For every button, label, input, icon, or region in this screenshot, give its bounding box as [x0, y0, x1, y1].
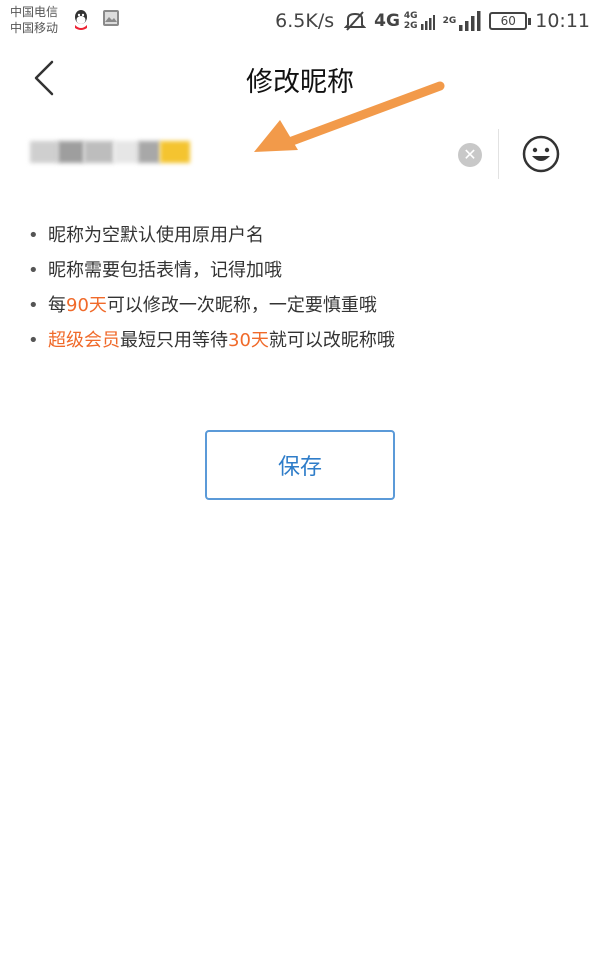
- tip-highlight-days: 30天: [228, 330, 269, 351]
- tip-item: • 超级会员最短只用等待30天就可以改昵称哦: [28, 323, 588, 358]
- blurred-nickname-part: [58, 141, 84, 163]
- mute-icon: [344, 10, 367, 32]
- blurred-nickname-part: [30, 141, 58, 163]
- carrier-2: 中国移动: [10, 21, 59, 35]
- carrier-info: 中国电信 中国移动: [10, 4, 58, 36]
- blurred-nickname-part: [138, 141, 160, 163]
- gallery-icon: [102, 9, 120, 31]
- tip-highlight-vip[interactable]: 超级会员: [48, 330, 120, 351]
- bullet: •: [28, 295, 39, 316]
- nickname-tips: • 昵称为空默认使用原用户名 • 昵称需要包括表情，记得加哦 • 每90天可以修…: [28, 218, 588, 358]
- clear-button[interactable]: ✕: [458, 143, 482, 167]
- nickname-input[interactable]: [30, 139, 190, 165]
- net-speed: 6.5K/s: [275, 10, 335, 32]
- tip-text-pre: 每: [48, 295, 66, 316]
- tip-text: 超级会员最短只用等待30天就可以改昵称哦: [48, 323, 395, 358]
- qq-icon: [72, 9, 90, 35]
- save-button[interactable]: 保存: [205, 430, 395, 500]
- network-extra-label: 2G: [442, 16, 457, 26]
- tip-text-post: 可以修改一次昵称，一定要慎重哦: [106, 295, 377, 316]
- tip-item: • 每90天可以修改一次昵称，一定要慎重哦: [28, 288, 588, 323]
- carrier-1: 中国电信: [10, 5, 59, 19]
- signal-icon: [420, 12, 435, 30]
- tip-item: • 昵称需要包括表情，记得加哦: [28, 253, 588, 288]
- clock: 10:11: [535, 10, 590, 32]
- tip-highlight-days: 90天: [66, 295, 107, 316]
- signal-icon-2: [459, 11, 481, 31]
- smiley-icon: [522, 135, 560, 173]
- bullet: •: [28, 330, 39, 351]
- network-extra: 2G: [443, 16, 457, 26]
- battery-icon: 60: [489, 12, 532, 30]
- bullet: •: [28, 225, 39, 246]
- blurred-nickname-part: [160, 141, 190, 163]
- emoji-button[interactable]: [522, 135, 560, 173]
- clear-icon: ✕: [463, 145, 477, 164]
- divider: [498, 129, 499, 179]
- tip-item: • 昵称为空默认使用原用户名: [28, 218, 588, 253]
- network-top: 4G: [403, 11, 418, 21]
- network-type: 4G: [374, 11, 400, 31]
- network-bottom: 2G: [403, 21, 418, 31]
- tip-text: 每90天可以修改一次昵称，一定要慎重哦: [48, 288, 377, 323]
- status-right: 6.5K/s 4G 4G 2G 2G 60 10:11: [275, 4, 590, 38]
- status-bar: 中国电信 中国移动 6.5K/s 4G 4G 2G 2G 60 10:11: [0, 0, 600, 42]
- tip-text: 昵称需要包括表情，记得加哦: [48, 260, 282, 281]
- dual-network: 4G 2G: [404, 11, 418, 31]
- bullet: •: [28, 260, 39, 281]
- battery-level: 60: [500, 14, 516, 28]
- blurred-nickname-part: [84, 141, 114, 163]
- tip-text-mid: 最短只用等待: [120, 330, 228, 351]
- tip-text-post: 就可以改昵称哦: [268, 330, 395, 351]
- tip-text: 昵称为空默认使用原用户名: [48, 225, 264, 246]
- nickname-row: ✕: [0, 125, 600, 183]
- blurred-nickname-part: [114, 141, 138, 163]
